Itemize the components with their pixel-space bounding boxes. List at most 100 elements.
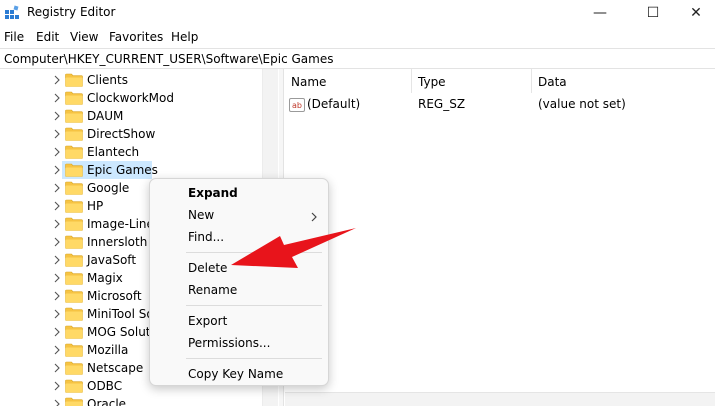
menu-edit[interactable]: Edit (36, 30, 59, 44)
tree-item-label: Clients (87, 73, 128, 87)
tree-item-label: Elantech (87, 145, 140, 159)
tree-item-label: Netscape (87, 361, 144, 375)
folder-icon (65, 109, 83, 123)
chevron-right-icon[interactable] (52, 146, 62, 158)
tree-item[interactable]: Elantech (0, 143, 262, 161)
folder-icon (65, 217, 83, 231)
chevron-right-icon[interactable] (52, 254, 62, 266)
tree-item-label: JavaSoft (87, 253, 137, 267)
tree-item[interactable]: Epic Games (0, 161, 262, 179)
chevron-right-icon[interactable] (52, 308, 62, 320)
submenu-chevron-icon (311, 212, 317, 222)
chevron-right-icon[interactable] (52, 92, 62, 104)
folder-icon (65, 145, 83, 159)
tree-item-label: MOG Soluti (87, 325, 154, 339)
chevron-right-icon[interactable] (52, 164, 62, 176)
tree-item-label: ClockworkMod (87, 91, 174, 105)
value-type: REG_SZ (418, 97, 466, 111)
menu-file[interactable]: File (4, 30, 24, 44)
folder-icon (65, 199, 83, 213)
chevron-right-icon[interactable] (52, 128, 62, 140)
chevron-right-icon[interactable] (52, 200, 62, 212)
folder-icon (65, 289, 83, 303)
chevron-right-icon[interactable] (52, 380, 62, 392)
chevron-right-icon[interactable] (52, 218, 62, 230)
folder-icon (65, 73, 83, 87)
value-row-default[interactable]: ab (Default) REG_SZ (value not set) (285, 95, 715, 115)
menu-favorites[interactable]: Favorites (109, 30, 163, 44)
tree-item-label: Mozilla (87, 343, 129, 357)
tree-item[interactable]: Oracle (0, 395, 262, 406)
tree-item-label: DirectShow (87, 127, 156, 141)
column-header-data[interactable]: Data (532, 69, 715, 93)
menu-bar: File Edit View Favorites Help (0, 26, 715, 48)
context-item-new[interactable]: New (188, 208, 214, 222)
window-title: Registry Editor (27, 5, 116, 19)
address-bar[interactable]: Computer\HKEY_CURRENT_USER\Software\Epic… (0, 48, 715, 69)
folder-icon (65, 397, 83, 406)
maximize-button[interactable]: ☐ (630, 0, 676, 26)
context-separator (186, 358, 322, 359)
minimize-icon: — (593, 5, 607, 21)
folder-icon (65, 127, 83, 141)
context-item-export[interactable]: Export (188, 314, 227, 328)
tree-item-label: Image-Line (87, 217, 154, 231)
context-item-delete[interactable]: Delete (188, 261, 227, 275)
list-horizontal-scrollbar[interactable] (285, 392, 715, 406)
value-name: (Default) (307, 97, 361, 111)
column-header-name[interactable]: Name (285, 69, 412, 93)
folder-icon (65, 379, 83, 393)
address-path: Computer\HKEY_CURRENT_USER\Software\Epic… (4, 52, 334, 66)
folder-icon (65, 325, 83, 339)
tree-item-label: MiniTool So (87, 307, 154, 321)
folder-icon (65, 181, 83, 195)
tree-item-label: DAUM (87, 109, 124, 123)
chevron-right-icon[interactable] (52, 236, 62, 248)
chevron-right-icon[interactable] (52, 182, 62, 194)
menu-help[interactable]: Help (171, 30, 198, 44)
folder-icon (65, 307, 83, 321)
chevron-right-icon[interactable] (52, 344, 62, 356)
svg-text:ab: ab (292, 101, 302, 110)
value-list: Name Type Data ab (Default) REG_SZ (valu… (285, 69, 715, 406)
tree-item[interactable]: DirectShow (0, 125, 262, 143)
tree-item-label: Microsoft (87, 289, 142, 303)
context-item-permissions[interactable]: Permissions... (188, 336, 270, 350)
menu-view[interactable]: View (70, 30, 98, 44)
folder-icon (65, 253, 83, 267)
context-item-copy-key-name[interactable]: Copy Key Name (188, 367, 283, 381)
tree-item[interactable]: ClockworkMod (0, 89, 262, 107)
column-header-type[interactable]: Type (412, 69, 532, 93)
tree-item-label: ODBC (87, 379, 123, 393)
chevron-right-icon[interactable] (52, 362, 62, 374)
chevron-right-icon[interactable] (52, 326, 62, 338)
chevron-right-icon[interactable] (52, 110, 62, 122)
close-button[interactable]: ✕ (673, 0, 715, 26)
folder-icon (65, 343, 83, 357)
context-separator (186, 305, 322, 306)
tree-item-label: HP (87, 199, 104, 213)
chevron-right-icon[interactable] (52, 290, 62, 302)
folder-icon (65, 271, 83, 285)
tree-item[interactable]: Clients (0, 71, 262, 89)
title-bar: Registry Editor — ☐ ✕ (0, 0, 715, 26)
string-value-icon: ab (289, 98, 305, 112)
value-data: (value not set) (538, 97, 626, 111)
context-item-expand[interactable]: Expand (188, 186, 238, 200)
minimize-button[interactable]: — (577, 0, 623, 26)
folder-icon (65, 235, 83, 249)
tree-item[interactable]: DAUM (0, 107, 262, 125)
folder-icon (65, 163, 83, 177)
registry-editor-app-icon (5, 5, 19, 19)
chevron-right-icon[interactable] (52, 398, 62, 406)
tree-item-label: Magix (87, 271, 123, 285)
tree-item-label: Oracle (87, 397, 127, 406)
context-item-rename[interactable]: Rename (188, 283, 237, 297)
chevron-right-icon[interactable] (52, 74, 62, 86)
chevron-right-icon[interactable] (52, 272, 62, 284)
tree-item-label: Epic Games (87, 163, 158, 177)
maximize-icon: ☐ (646, 5, 660, 21)
context-item-find[interactable]: Find... (188, 230, 224, 244)
folder-icon (65, 361, 83, 375)
tree-item-label: Innersloth (87, 235, 148, 249)
